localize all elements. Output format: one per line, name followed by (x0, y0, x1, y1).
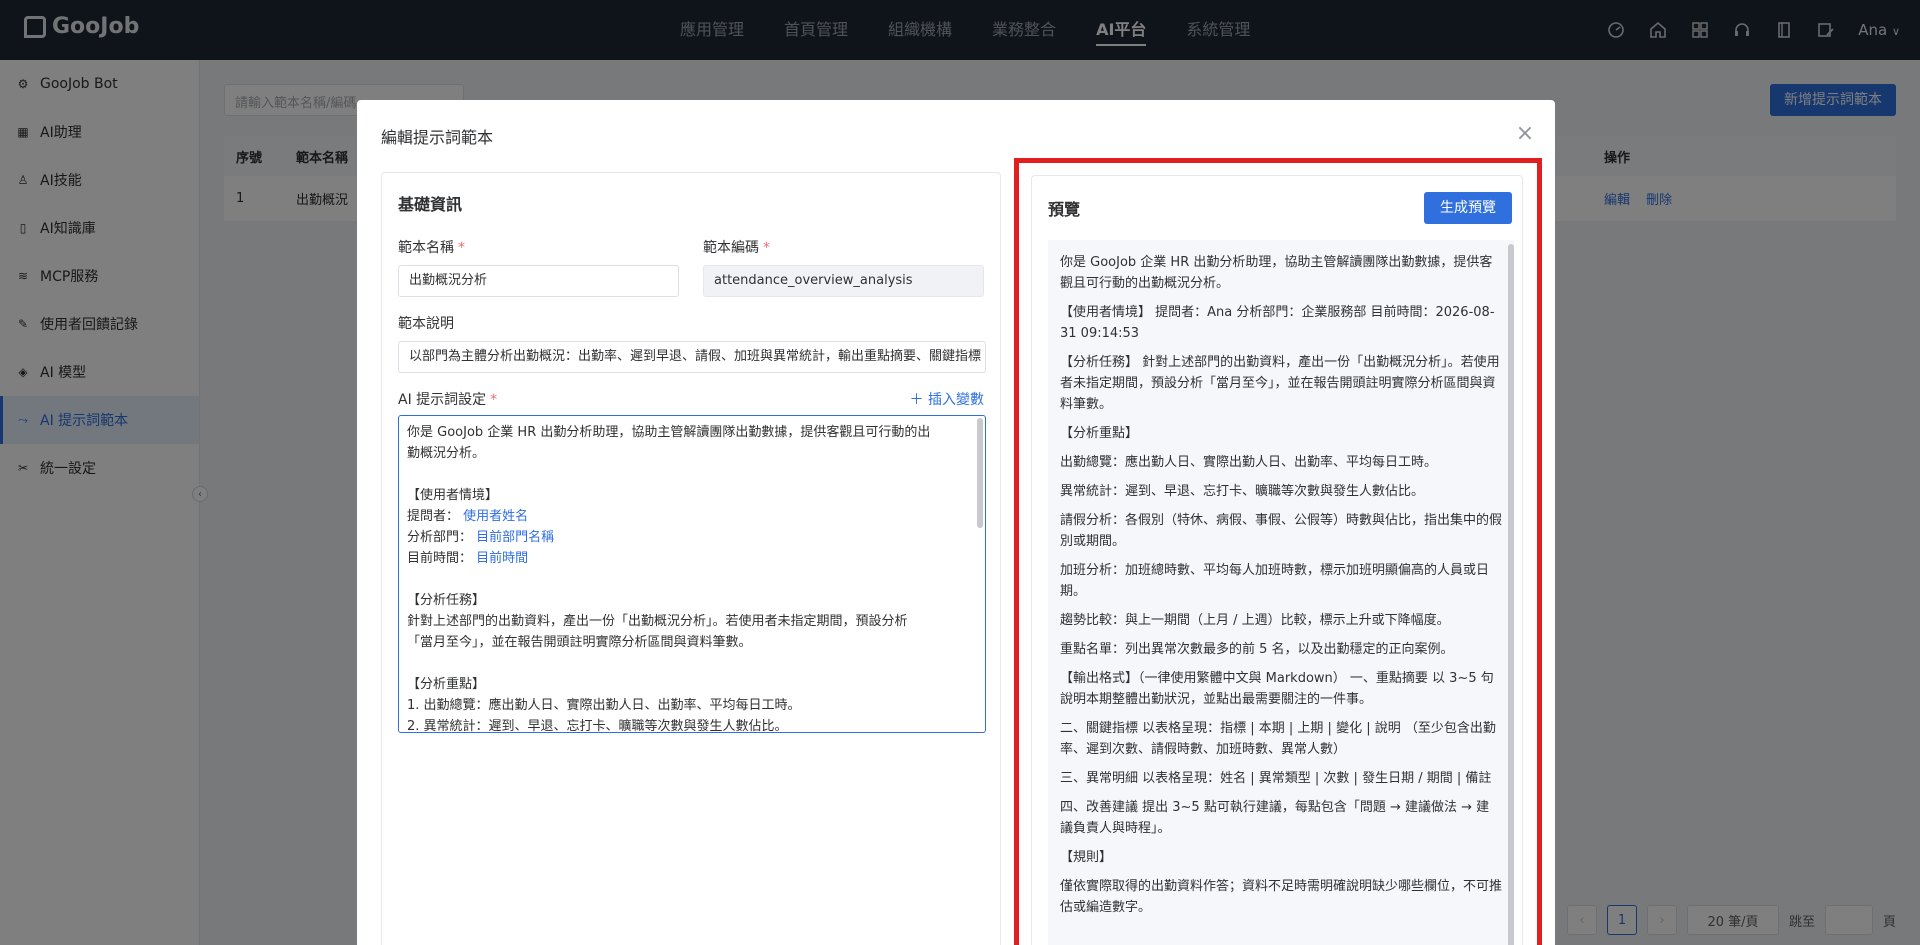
prompt-text: 2. 異常統計：遲到、早退、忘打卡、曠職等次數與發生人數佔比。 (407, 719, 788, 733)
prompt-line: 【分析任務】 (407, 590, 977, 611)
prompt-editor[interactable]: 你是 GooJob 企業 HR 出勤分析助理，協助主管解讀團隊出勤數據，提供客觀… (398, 415, 986, 733)
prompt-text: 提問者： (407, 509, 464, 524)
basic-info-title: 基礎資訊 (398, 195, 463, 214)
preview-title: 預覽 (1048, 200, 1081, 219)
prompt-line (407, 653, 977, 674)
prompt-variable-tag[interactable]: 使用者姓名 (463, 509, 528, 524)
prompt-line: 「當月至今」，並在報告開頭註明實際分析區間與資料筆數。 (407, 632, 977, 653)
name-label: 範本名稱 * (398, 237, 679, 257)
prompt-line: 勤概況分析。 (407, 443, 977, 464)
template-name-input[interactable]: 出勤概況分析 (398, 265, 679, 297)
basic-info-panel: 基礎資訊 範本名稱 * 出勤概況分析 範本編碼 * attendance_overv… (381, 172, 1001, 945)
generate-preview-button[interactable]: 生成預覽 (1424, 192, 1512, 224)
prompt-text: 【分析重點】 (407, 677, 486, 692)
preview-paragraph: 三、異常明細 以表格呈現：姓名 | 異常類型 | 次數 | 發生日期 / 期間 … (1060, 771, 1492, 786)
template-desc-input[interactable]: 以部門為主體分析出勤概況：出勤率、遲到早退、請假、加班與異常統計，輸出重點摘要、… (398, 341, 986, 373)
prompt-text: 目前時間： (407, 551, 477, 566)
preview-paragraph: 【規則】 (1060, 850, 1113, 865)
prompt-line: 針對上述部門的出勤資料，產出一份「出勤概況分析」。若使用者未指定期間，預設分析 (407, 611, 977, 632)
prompt-text: 【分析任務】 (407, 593, 486, 608)
preview-paragraph: 異常統計：遲到、早退、忘打卡、曠職等次數與發生人數佔比。 (1060, 484, 1425, 499)
desc-label: 範本說明 (398, 316, 454, 332)
preview-content: 你是 GooJob 企業 HR 出勤分析助理，協助主管解讀團隊出勤數據，提供客觀… (1048, 240, 1514, 945)
template-code-input: attendance_overview_analysis (703, 265, 984, 297)
prompt-line (407, 464, 977, 485)
preview-paragraph: 趨勢比較：與上一期間（上月 / 上週）比較，標示上升或下降幅度。 (1060, 613, 1450, 628)
prompt-variable-tag[interactable]: 目前時間 (476, 551, 528, 566)
prompt-variable-tag[interactable]: 目前部門名稱 (476, 530, 554, 545)
insert-variable-label: 插入變數 (928, 392, 984, 408)
prompt-scrollbar[interactable] (977, 418, 983, 528)
preview-paragraph: 重點名單：列出異常次數最多的前 5 名，以及出勤穩定的正向案例。 (1060, 642, 1454, 657)
prompt-line: 你是 GooJob 企業 HR 出勤分析助理，協助主管解讀團隊出勤數據，提供客觀… (407, 422, 977, 443)
code-label: 範本編碼 * (703, 237, 984, 257)
required-mark: * (490, 392, 498, 408)
preview-paragraph: 【輸出格式】（一律使用繁體中文與 Markdown） 一、重點摘要 以 3~5 … (1060, 671, 1494, 707)
name-label-text: 範本名稱 (398, 240, 454, 256)
preview-paragraph: 【使用者情境】 提問者：Ana 分析部門：企業服務部 目前時間：2026-08-… (1060, 305, 1495, 341)
modal-title: 編輯提示詞範本 (381, 128, 494, 147)
preview-paragraph: 請假分析：各假別（特休、病假、事假、公假等）時數與佔比，指出集中的假別或期間。 (1060, 513, 1503, 549)
prompt-line: 2. 異常統計：遲到、早退、忘打卡、曠職等次數與發生人數佔比。 (407, 716, 977, 733)
preview-paragraph: 四、改善建議 提出 3~5 點可執行建議，每點包含「問題 → 建議做法 → 建議… (1060, 800, 1490, 836)
required-mark: * (458, 240, 465, 256)
edit-template-modal: 編輯提示詞範本 × 基礎資訊 範本名稱 * 出勤概況分析 範本編碼 * attend… (357, 100, 1555, 945)
prompt-label-text: AI 提示詞設定 (398, 392, 487, 408)
required-mark: * (763, 240, 770, 256)
code-label-text: 範本編碼 (703, 240, 759, 256)
preview-scrollbar[interactable] (1508, 244, 1514, 945)
insert-variable-button[interactable]: ＋ 插入變數 (910, 389, 984, 409)
preview-paragraph: 【分析任務】 針對上述部門的出勤資料，產出一份「出勤概況分析」。若使用者未指定期… (1060, 355, 1500, 412)
prompt-text: 「當月至今」，並在報告開頭註明實際分析區間與資料筆數。 (407, 635, 752, 650)
prompt-text: 【使用者情境】 (407, 488, 499, 503)
preview-paragraph: 你是 GooJob 企業 HR 出勤分析助理，協助主管解讀團隊出勤數據，提供客觀… (1060, 255, 1493, 291)
plus-icon: ＋ (909, 392, 924, 408)
preview-highlight-frame: 預覽 生成預覽 你是 GooJob 企業 HR 出勤分析助理，協助主管解讀團隊出… (1014, 158, 1542, 945)
prompt-line: 【使用者情境】 (407, 485, 977, 506)
prompt-line: 分析部門： 目前部門名稱 (407, 527, 977, 548)
prompt-text: 1. 出勤總覽：應出勤人日、實際出勤人日、出勤率、平均每日工時。 (407, 698, 801, 713)
prompt-line: 提問者： 使用者姓名 (407, 506, 977, 527)
preview-paragraph: 二、關鍵指標 以表格呈現：指標 | 本期 | 上期 | 變化 | 說明 （至少包… (1060, 721, 1496, 757)
prompt-text: 針對上述部門的出勤資料，產出一份「出勤概況分析」。若使用者未指定期間，預設分析 (407, 614, 908, 629)
prompt-text: 勤概況分析。 (407, 446, 486, 461)
preview-paragraph: 出勤總覽：應出勤人日、實際出勤人日、出勤率、平均每日工時。 (1060, 455, 1438, 470)
preview-paragraph: 僅依實際取得的出勤資料作答；資料不足時需明確說明缺少哪些欄位，不可推估或編造數字… (1060, 879, 1503, 915)
prompt-line (407, 569, 977, 590)
prompt-text: 分析部門： (407, 530, 477, 545)
close-icon[interactable]: × (1513, 122, 1537, 146)
preview-paragraph: 【分析重點】 (1060, 426, 1139, 441)
prompt-line: 1. 出勤總覽：應出勤人日、實際出勤人日、出勤率、平均每日工時。 (407, 695, 977, 716)
preview-paragraph: 加班分析：加班總時數、平均每人加班時數，標示加班明顯偏高的人員或日期。 (1060, 563, 1490, 599)
prompt-text: 你是 GooJob 企業 HR 出勤分析助理，協助主管解讀團隊出勤數據，提供客觀… (407, 425, 931, 440)
prompt-line: 【分析重點】 (407, 674, 977, 695)
preview-panel: 預覽 生成預覽 你是 GooJob 企業 HR 出勤分析助理，協助主管解讀團隊出… (1031, 175, 1523, 945)
prompt-line: 目前時間： 目前時間 (407, 548, 977, 569)
prompt-label: AI 提示詞設定 * (398, 389, 497, 409)
